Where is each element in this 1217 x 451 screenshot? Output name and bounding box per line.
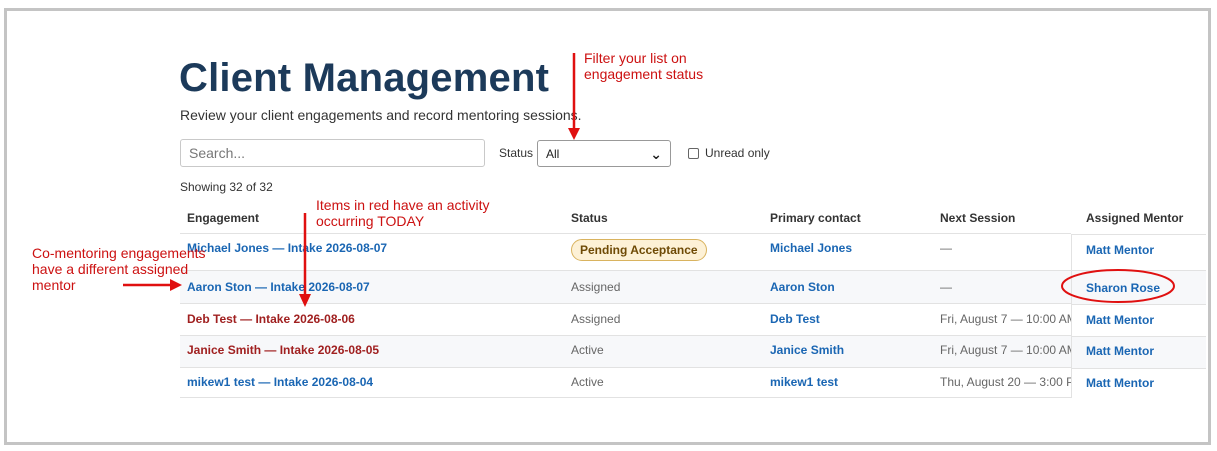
annotation-arrows (123, 53, 1175, 307)
arrow-red-head (299, 294, 311, 307)
highlight-ellipse (1061, 269, 1175, 303)
arrow-comentor-head (170, 279, 182, 291)
arrow-filter-head (568, 128, 580, 140)
